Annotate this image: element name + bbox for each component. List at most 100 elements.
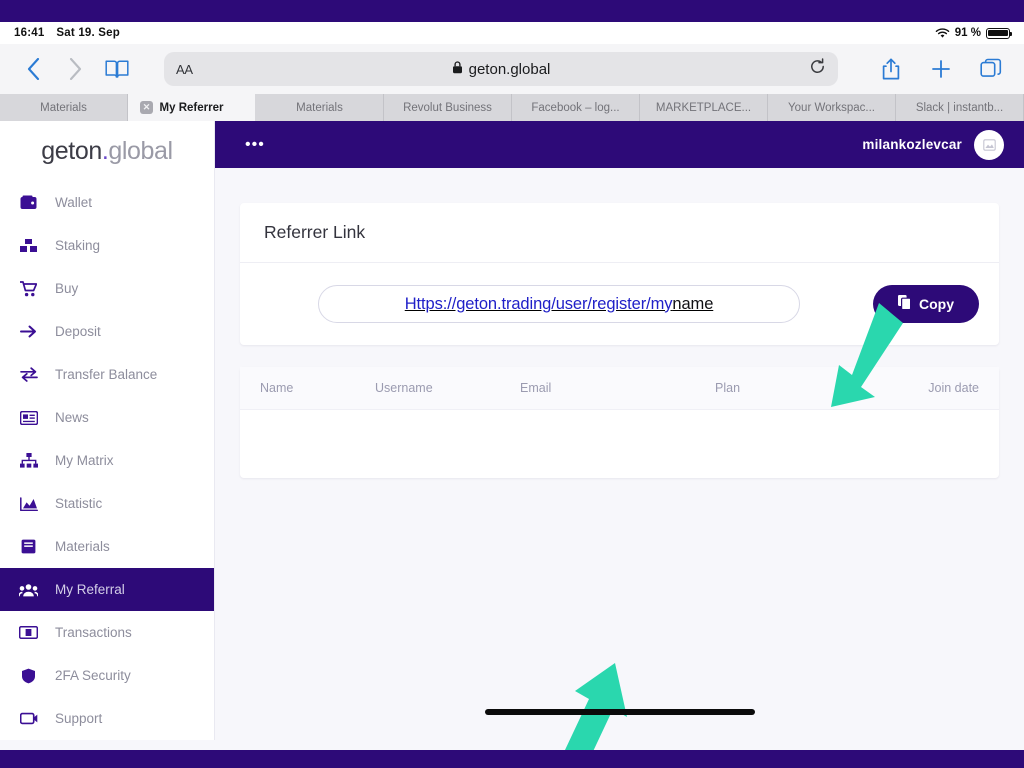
- ios-status-bar: 16:41 Sat 19. Sep 91 %: [0, 22, 1024, 44]
- main-content: ••• milankozlevcar Referrer Link Https:/: [215, 121, 1024, 768]
- username-label: milankozlevcar: [862, 137, 962, 152]
- status-date: Sat 19. Sep: [56, 27, 120, 39]
- sidebar-item-label: Staking: [55, 238, 101, 253]
- app-header-right: milankozlevcar: [862, 129, 1004, 160]
- column-header-plan: Plan: [715, 381, 741, 395]
- back-button[interactable]: [14, 50, 52, 88]
- column-header-join-date: Join date: [928, 381, 979, 395]
- table-body-empty: [240, 410, 999, 478]
- top-purple-band: [0, 0, 1024, 22]
- column-header-email: Email: [520, 381, 552, 395]
- sidebar-item-label: News: [55, 410, 89, 425]
- tab-label: Your Workspac...: [788, 101, 875, 114]
- referrer-link-text[interactable]: Https://geton.trading/user/register/myna…: [405, 295, 714, 314]
- sidebar-item-label: My Referral: [55, 582, 125, 597]
- referrer-link-card-body: Https://geton.trading/user/register/myna…: [240, 263, 999, 345]
- browser-tab[interactable]: Facebook – log...: [512, 94, 640, 121]
- sidebar-item-staking[interactable]: Staking: [0, 224, 214, 267]
- bottom-purple-band: [0, 750, 1024, 768]
- battery-icon: [986, 27, 1012, 39]
- new-tab-icon[interactable]: [922, 50, 960, 88]
- transfer-icon: [18, 367, 39, 382]
- referrer-link-input[interactable]: Https://geton.trading/user/register/myna…: [318, 285, 800, 323]
- sidebar-item-label: Buy: [55, 281, 79, 296]
- lock-icon: [452, 61, 463, 77]
- toolbar-right-actions: [866, 50, 1010, 88]
- support-icon: [18, 712, 39, 725]
- tab-label: Revolut Business: [403, 101, 492, 114]
- close-icon[interactable]: ✕: [140, 101, 153, 114]
- referrer-link-card-header: Referrer Link: [240, 203, 999, 263]
- app-header: ••• milankozlevcar: [215, 121, 1024, 168]
- ipad-screen: 16:41 Sat 19. Sep 91 % AA geton.global M…: [0, 0, 1024, 768]
- sidebar-item-statistic[interactable]: Statistic: [0, 482, 214, 525]
- sidebar-item-label: Deposit: [55, 324, 101, 339]
- forward-button[interactable]: [56, 50, 94, 88]
- home-indicator: [484, 709, 755, 715]
- tab-label: Materials: [40, 101, 87, 114]
- browser-tab[interactable]: Materials: [0, 94, 128, 121]
- sidebar-item-2fa-security[interactable]: 2FA Security: [0, 654, 214, 697]
- sidebar-item-transactions[interactable]: Transactions: [0, 611, 214, 654]
- avatar[interactable]: [974, 129, 1004, 160]
- tab-label: Materials: [296, 101, 343, 114]
- referrals-table: Name Username Email Plan Join date: [240, 367, 999, 478]
- browser-tab[interactable]: Your Workspac...: [768, 94, 896, 121]
- referrer-link-prefix: Https://geton.trading/user/register/my: [404, 294, 673, 313]
- matrix-icon: [18, 453, 39, 468]
- status-left: 16:41 Sat 19. Sep: [14, 27, 120, 39]
- sidebar-item-transfer-balance[interactable]: Transfer Balance: [0, 353, 214, 396]
- tab-label: My Referrer: [159, 101, 224, 114]
- sidebar-item-support[interactable]: Support: [0, 697, 214, 740]
- copy-button[interactable]: Copy: [873, 285, 979, 323]
- reload-icon[interactable]: [809, 58, 826, 80]
- logo-part-2: global: [108, 136, 173, 165]
- app-logo[interactable]: geton.global: [0, 121, 214, 181]
- address-bar[interactable]: AA geton.global: [164, 52, 838, 86]
- table-header-row: Name Username Email Plan Join date: [240, 367, 999, 410]
- sidebar: geton.global Wallet Staking Buy Deposit …: [0, 121, 215, 740]
- news-icon: [18, 410, 39, 425]
- banknote-icon: [18, 626, 39, 639]
- tab-label: Slack | instantb...: [915, 101, 1004, 114]
- sidebar-item-label: My Matrix: [55, 453, 114, 468]
- bookmarks-icon[interactable]: [98, 50, 136, 88]
- browser-tab[interactable]: Revolut Business: [384, 94, 512, 121]
- sidebar-item-news[interactable]: News: [0, 396, 214, 439]
- referrer-link-suffix: name: [672, 294, 714, 313]
- sidebar-item-materials[interactable]: Materials: [0, 525, 214, 568]
- sidebar-item-label: Support: [55, 711, 103, 726]
- sidebar-item-label: Wallet: [55, 195, 93, 210]
- sidebar-item-label: Materials: [55, 539, 110, 554]
- chart-icon: [18, 496, 39, 511]
- staking-icon: [18, 238, 39, 253]
- wifi-icon: [935, 27, 950, 39]
- sidebar-item-label: Statistic: [55, 496, 103, 511]
- tabs-overview-icon[interactable]: [972, 50, 1010, 88]
- sidebar-item-label: 2FA Security: [55, 668, 131, 683]
- browser-tab-active[interactable]: ✕ My Referrer: [128, 94, 256, 121]
- web-app: geton.global Wallet Staking Buy Deposit …: [0, 121, 1024, 768]
- browser-tab[interactable]: Slack | instantb...: [896, 94, 1024, 121]
- sidebar-item-wallet[interactable]: Wallet: [0, 181, 214, 224]
- logo-part-1: geton: [41, 136, 102, 165]
- share-icon[interactable]: [872, 50, 910, 88]
- tab-strip: Materials ✕ My Referrer Materials Revolu…: [0, 94, 1024, 121]
- more-dots-icon[interactable]: •••: [245, 136, 265, 152]
- tab-label: MARKETPLACE...: [655, 101, 752, 114]
- sidebar-item-my-referral[interactable]: My Referral: [0, 568, 214, 611]
- browser-tab[interactable]: MARKETPLACE...: [640, 94, 768, 121]
- sidebar-item-deposit[interactable]: Deposit: [0, 310, 214, 353]
- shield-icon: [18, 668, 39, 684]
- browser-tab[interactable]: Materials: [256, 94, 384, 121]
- sidebar-item-buy[interactable]: Buy: [0, 267, 214, 310]
- wallet-icon: [18, 195, 39, 210]
- book-icon: [18, 539, 39, 554]
- sidebar-nav: Wallet Staking Buy Deposit Transfer Bala: [0, 181, 214, 740]
- browser-toolbar: AA geton.global: [0, 44, 1024, 94]
- cart-icon: [18, 280, 39, 297]
- sidebar-item-my-matrix[interactable]: My Matrix: [0, 439, 214, 482]
- battery-percent: 91 %: [954, 27, 981, 39]
- referrer-link-card: Referrer Link Https://geton.trading/user…: [240, 203, 999, 345]
- sidebar-item-label: Transfer Balance: [55, 367, 158, 382]
